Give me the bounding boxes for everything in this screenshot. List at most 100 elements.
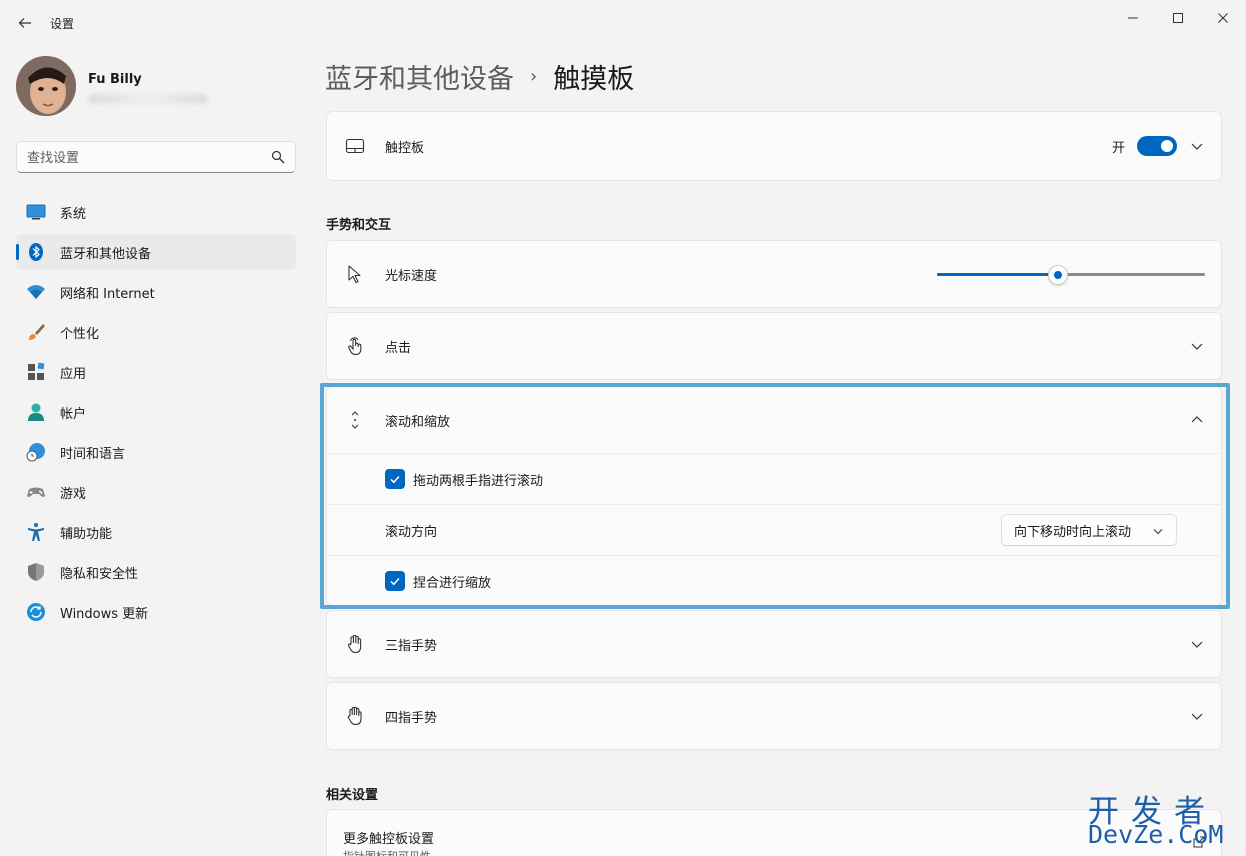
maximize-icon	[1173, 13, 1183, 23]
sidebar-item-label: 辅助功能	[60, 526, 113, 542]
pinch-zoom-row[interactable]: 捏合进行缩放	[327, 556, 1221, 606]
tap-card[interactable]: 点击	[326, 312, 1222, 380]
two-finger-scroll-checkbox[interactable]	[385, 469, 405, 489]
two-finger-scroll-row[interactable]: 拖动两根手指进行滚动	[327, 454, 1221, 504]
scroll-arrows-icon	[351, 411, 359, 429]
two-finger-scroll-label: 拖动两根手指进行滚动	[413, 474, 544, 489]
gestures-section-title: 手势和交互	[326, 218, 392, 233]
user-name: Fu Billy	[88, 72, 142, 87]
sidebar-item-time-language[interactable]: 时间和语言	[16, 434, 296, 470]
brush-icon	[29, 324, 45, 340]
four-finger-card[interactable]: 四指手势	[326, 682, 1222, 750]
three-finger-label: 三指手势	[385, 639, 438, 654]
search-box[interactable]	[16, 141, 296, 173]
sidebar-item-label: 网络和 Internet	[60, 286, 155, 302]
breadcrumb-parent-link[interactable]: 蓝牙和其他设备	[325, 57, 514, 96]
user-profile[interactable]: Fu Billy	[16, 56, 296, 120]
sidebar-item-label: 帐户	[60, 406, 87, 422]
three-finger-card[interactable]: 三指手势	[326, 610, 1222, 678]
apps-icon	[28, 362, 45, 380]
breadcrumb: 蓝牙和其他设备 › 触摸板	[325, 56, 634, 96]
title-bar: 设置	[0, 0, 1246, 46]
close-button[interactable]	[1200, 4, 1246, 32]
cursor-speed-label: 光标速度	[385, 269, 438, 284]
sidebar-item-personalization[interactable]: 个性化	[16, 314, 296, 350]
more-touchpad-settings-sublabel: 指针图标和可见性	[343, 848, 431, 856]
tap-hand-icon	[348, 337, 362, 356]
update-icon	[27, 603, 45, 621]
touchpad-icon	[345, 138, 365, 154]
touchpad-toggle[interactable]	[1137, 136, 1177, 156]
sidebar-item-label: 蓝牙和其他设备	[60, 246, 152, 262]
person-icon	[28, 403, 44, 421]
cursor-speed-slider[interactable]	[937, 265, 1205, 285]
sidebar-item-gaming[interactable]: 游戏	[16, 474, 296, 510]
sidebar-item-windows-update[interactable]: Windows 更新	[16, 594, 296, 630]
toggle-knob	[1161, 140, 1173, 152]
cursor-speed-card: 光标速度	[326, 240, 1222, 308]
arrow-left-icon	[18, 18, 31, 28]
hand-icon	[347, 706, 362, 726]
sidebar-item-label: 游戏	[60, 486, 87, 502]
touchpad-label: 触控板	[385, 141, 425, 156]
checkmark-icon	[390, 475, 400, 484]
page-title: 触摸板	[553, 63, 635, 95]
slider-fill	[937, 273, 1058, 276]
wifi-icon	[27, 285, 45, 299]
chevron-down-icon[interactable]	[1189, 138, 1205, 154]
slider-thumb[interactable]	[1047, 265, 1068, 285]
sidebar-item-label: 系统	[60, 206, 87, 222]
sidebar-item-bluetooth[interactable]: 蓝牙和其他设备	[16, 234, 296, 270]
minimize-button[interactable]	[1110, 4, 1156, 32]
sidebar-item-label: 个性化	[60, 326, 100, 342]
watermark-logo: 开发者 DevZe.CoM	[1088, 786, 1238, 852]
pinch-zoom-checkbox[interactable]	[385, 571, 405, 591]
scroll-zoom-card: 滚动和缩放 拖动两根手指进行滚动 滚动方向 向下移动时向上滚动 捏合进行缩放	[326, 386, 1222, 606]
globe-clock-icon	[26, 443, 45, 462]
sidebar-item-apps[interactable]: 应用	[16, 354, 296, 390]
chevron-down-icon[interactable]	[1189, 636, 1205, 652]
sidebar-item-network[interactable]: 网络和 Internet	[16, 274, 296, 310]
scroll-zoom-label: 滚动和缩放	[385, 415, 451, 430]
related-section-title: 相关设置	[326, 788, 379, 803]
four-finger-label: 四指手势	[385, 711, 438, 726]
sidebar-item-accessibility[interactable]: 辅助功能	[16, 514, 296, 550]
sidebar-item-label: Windows 更新	[60, 606, 149, 622]
chevron-down-icon	[1153, 529, 1163, 535]
chevron-up-icon[interactable]	[1189, 412, 1205, 428]
sidebar-item-label: 时间和语言	[60, 446, 126, 462]
minimize-icon	[1128, 17, 1138, 19]
search-input[interactable]	[27, 148, 267, 168]
toggle-state-text: 开	[1111, 141, 1125, 156]
search-icon[interactable]	[271, 150, 285, 164]
back-button[interactable]	[12, 10, 38, 36]
breadcrumb-separator: ›	[530, 65, 538, 87]
sidebar-item-system[interactable]: 系统	[16, 194, 296, 230]
sidebar-item-label: 应用	[60, 366, 87, 382]
chevron-down-icon[interactable]	[1189, 708, 1205, 724]
sidebar-item-privacy[interactable]: 隐私和安全性	[16, 554, 296, 590]
chevron-down-icon[interactable]	[1189, 338, 1205, 354]
more-touchpad-settings-label: 更多触控板设置	[343, 832, 435, 847]
gamepad-icon	[27, 487, 45, 497]
tap-label: 点击	[385, 341, 412, 356]
watermark-en: DevZe.CoM	[1088, 820, 1224, 849]
cursor-pointer-icon	[348, 265, 361, 284]
sidebar-nav: 系统 蓝牙和其他设备 网络和 Internet 个性化 应用 帐户 时间和语言 …	[16, 194, 296, 634]
close-icon	[1218, 13, 1228, 23]
touchpad-toggle-card[interactable]: 触控板 开	[326, 111, 1222, 181]
avatar	[16, 56, 76, 116]
scroll-zoom-header[interactable]: 滚动和缩放	[327, 387, 1221, 453]
scroll-direction-dropdown[interactable]: 向下移动时向上滚动	[1001, 514, 1177, 546]
accessibility-icon	[28, 523, 44, 541]
scroll-direction-label: 滚动方向	[385, 525, 438, 540]
scroll-direction-row: 滚动方向 向下移动时向上滚动	[327, 505, 1221, 555]
bluetooth-icon	[29, 243, 43, 261]
checkmark-icon	[390, 577, 400, 586]
maximize-button[interactable]	[1155, 4, 1201, 32]
monitor-icon	[26, 204, 46, 220]
sidebar-item-accounts[interactable]: 帐户	[16, 394, 296, 430]
shield-icon	[28, 563, 44, 581]
pinch-zoom-label: 捏合进行缩放	[413, 576, 492, 591]
app-title: 设置	[50, 17, 75, 31]
